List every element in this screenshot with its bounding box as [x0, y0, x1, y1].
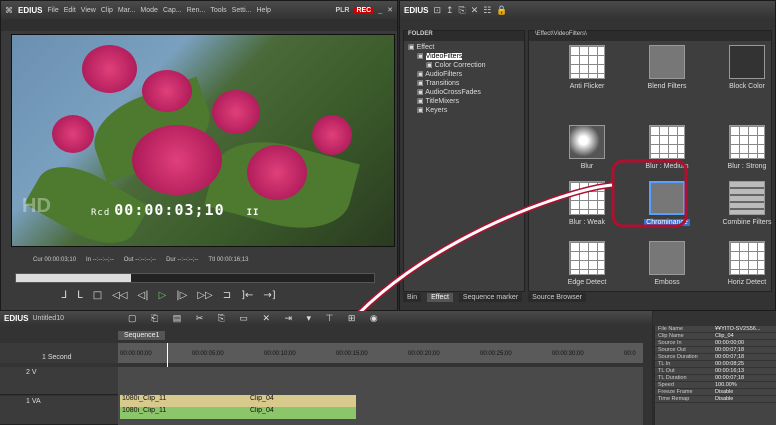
info-key: Clip Name — [658, 333, 684, 339]
info-value: 00:00:08;25 — [715, 361, 745, 367]
info-key: File Name — [658, 326, 684, 332]
info-row: Time Remap Disable — [655, 396, 776, 403]
scale-selector[interactable]: 1 Second — [42, 354, 72, 361]
info-value: Disable — [715, 389, 734, 395]
track-header-top: 1 Second — [0, 343, 118, 363]
track-2v-label: 2 V — [26, 369, 37, 376]
info-key: TL Out — [658, 368, 675, 374]
info-key: TL In — [658, 361, 671, 367]
info-value: Disable — [715, 396, 734, 402]
info-row: Source Duration 00:00:07;18 — [655, 354, 776, 361]
info-value: 00:00:00;00 — [715, 340, 745, 346]
info-value: ¥¥YITO-SV2S56... — [715, 326, 761, 332]
project-name: Untitled10 — [32, 314, 64, 322]
timeline-clip[interactable]: 1080i_Clip_11 — [120, 407, 248, 419]
info-row: Source In 00:00:00;00 — [655, 340, 776, 347]
info-header — [653, 311, 776, 326]
ruler-tick-label: 00:0 — [624, 351, 636, 357]
ruler-tick-label: 00:00:25;00 — [480, 351, 512, 357]
info-row: Source Out 00:00:07;18 — [655, 347, 776, 354]
timeline-titlebar: EDIUS Untitled10 ▢ ⎗ ▤ ✂ ⎘ ▭ ✕ ⇥ ▾ ⊤ ⊞ ◉ — [0, 311, 652, 325]
info-value: 00:00:16;13 — [715, 368, 745, 374]
timeline-brand: EDIUS — [4, 313, 29, 323]
info-key: Time Remap — [658, 396, 690, 402]
clip-info-panel: File Name ¥¥YITO-SV2S56... Clip Name Clip_0… — [655, 326, 776, 425]
track-1va[interactable]: 1 VA — [0, 396, 118, 425]
track-1va-label: 1 VA — [26, 398, 41, 405]
ruler-tick-label: 00:00:10;00 — [264, 351, 296, 357]
ruler-tick-label: 00:00:05;00 — [192, 351, 224, 357]
info-value: 00:00:07;18 — [715, 375, 745, 381]
info-row: TL In 00:00:08;25 — [655, 361, 776, 368]
info-row: Freeze Frame Disable — [655, 389, 776, 396]
sequence-tab[interactable]: Sequence1 — [118, 331, 166, 340]
timeline-clip[interactable]: 1080i_Clip_11 — [120, 395, 248, 407]
timeline-clip[interactable]: Clip_04 — [248, 395, 356, 407]
info-row: TL Duration 00:00:07;18 — [655, 375, 776, 382]
ruler-tick-label: 00:00:15;00 — [336, 351, 368, 357]
info-row: Clip Name Clip_04 — [655, 333, 776, 340]
info-value: 00:00:07;18 — [715, 347, 745, 353]
info-key: Source In — [658, 340, 682, 346]
track-2v[interactable]: 2 V — [0, 367, 118, 395]
info-key: Freeze Frame — [658, 389, 693, 395]
ruler-tick-label: 00:00:00;00 — [120, 351, 152, 357]
timeline-clip[interactable]: Clip_04 — [248, 407, 356, 419]
info-value: 00:00:07;18 — [715, 354, 745, 360]
ruler-tick-label: 00:00:20;00 — [408, 351, 440, 357]
ruler-tick-label: 00:00:30;00 — [552, 351, 584, 357]
info-value: 100.00% — [715, 382, 737, 388]
info-value: Clip_04 — [715, 333, 734, 339]
selection-highlight — [611, 159, 688, 228]
timeline-ruler[interactable]: 00:00:00;00 00:00:05;00 00:00:10;00 00:00:1… — [118, 343, 643, 363]
info-key: Speed — [658, 382, 674, 388]
info-row: TL Out 00:00:16;13 — [655, 368, 776, 375]
timeline-tools[interactable]: ▢ ⎗ ▤ ✂ ⎘ ▭ ✕ ⇥ ▾ ⊤ ⊞ ◉ — [128, 313, 384, 324]
info-key: Source Duration — [658, 354, 698, 360]
info-key: TL Duration — [658, 375, 687, 381]
info-key: Source Out — [658, 347, 686, 353]
info-row: Speed 100.00% — [655, 382, 776, 389]
info-row: File Name ¥¥YITO-SV2S56... — [655, 326, 776, 333]
